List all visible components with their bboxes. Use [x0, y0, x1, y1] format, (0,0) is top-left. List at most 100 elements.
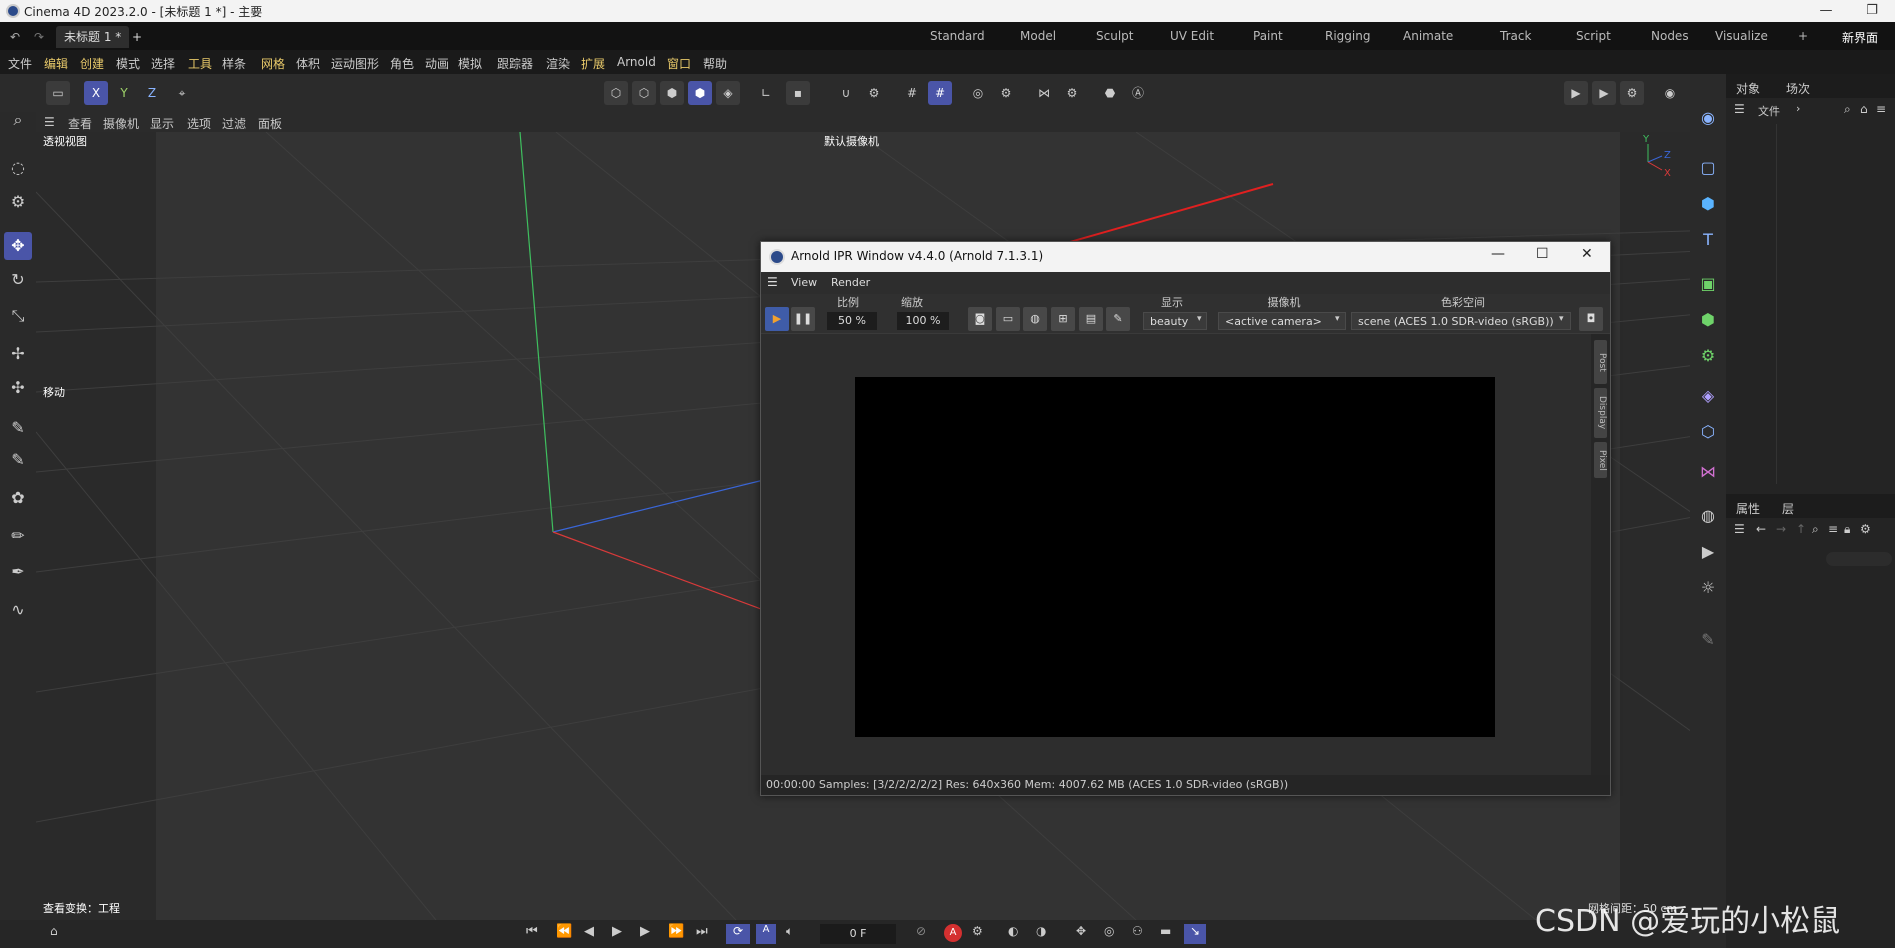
spline-pen-icon[interactable]: ✎	[4, 414, 32, 442]
scale-field[interactable]: 50 %	[827, 312, 877, 330]
home-icon[interactable]: ⌂	[50, 924, 58, 938]
workspace-rigging[interactable]: Rigging	[1325, 29, 1370, 43]
go-to-end-icon[interactable]: ⏭	[696, 924, 708, 939]
object-file-menu[interactable]: 文件	[1758, 103, 1780, 119]
move-tool-icon[interactable]: ✥	[4, 232, 32, 260]
add-workspace-button[interactable]: +	[1798, 29, 1808, 43]
new-document-button[interactable]: +	[124, 26, 150, 48]
undo-icon[interactable]: ↶	[2, 26, 28, 48]
ipr-title-bar[interactable]: Arnold IPR Window v4.4.0 (Arnold 7.1.3.1…	[761, 242, 1610, 272]
loop-icon[interactable]: ⟳	[726, 924, 750, 944]
camera-snapshot-icon[interactable]: ◘	[1579, 307, 1603, 331]
live-selection-icon[interactable]: ⚙	[4, 188, 32, 216]
timeline-tool-icon[interactable]: ↘	[1184, 924, 1206, 944]
tab-objects[interactable]: 对象	[1736, 80, 1760, 97]
environment-icon[interactable]: ◍	[1694, 502, 1722, 530]
workspace-uv-edit[interactable]: UV Edit	[1170, 29, 1214, 43]
menu-item-5[interactable]: 工具	[188, 55, 212, 72]
viewport-hamburger-icon[interactable]: ☰	[44, 115, 55, 129]
transform-tool-icon[interactable]: ✢	[4, 340, 32, 368]
up-arrow-icon[interactable]: ↑	[1796, 522, 1806, 536]
workspace-animate[interactable]: Animate	[1403, 29, 1453, 43]
menu-item-0[interactable]: 文件	[8, 55, 32, 72]
globe-icon[interactable]: ◍	[1023, 307, 1047, 331]
key-settings-icon[interactable]: ⚙	[972, 924, 983, 938]
key-position-icon[interactable]: ◐	[1008, 924, 1018, 938]
side-tab-post[interactable]: Post	[1594, 340, 1607, 384]
search-icon[interactable]: ⌕	[1812, 522, 1819, 537]
object-mode-icon[interactable]: ⬢	[688, 81, 712, 105]
cloner-icon[interactable]: ✿	[4, 484, 32, 512]
viewport-solo-icon[interactable]: ⬣	[1098, 81, 1122, 105]
deformer-icon[interactable]: ◈	[1694, 382, 1722, 410]
motion-system-icon[interactable]: ▬	[1160, 924, 1171, 938]
next-frame-icon[interactable]: ▶	[640, 924, 650, 939]
redo-icon[interactable]: ↷	[26, 26, 52, 48]
snapshot-icon[interactable]: ◙	[968, 307, 992, 331]
crop-icon[interactable]: ▤	[1079, 307, 1103, 331]
key-rotation-icon[interactable]: ◑	[1036, 924, 1046, 938]
render-view[interactable]	[855, 377, 1495, 737]
null-object-icon[interactable]: ⬡	[1694, 418, 1722, 446]
side-tab-display[interactable]: Display	[1594, 388, 1607, 438]
ipr-pause-button[interactable]: ❚❚	[791, 307, 815, 331]
chevron-right-icon[interactable]: ›	[1796, 102, 1800, 115]
lock-icon[interactable]: 🔒︎	[1844, 522, 1850, 537]
workspace-nodes[interactable]: Nodes	[1651, 29, 1689, 43]
prev-key-icon[interactable]: ⏪	[556, 924, 572, 939]
text-object-icon[interactable]: T	[1694, 226, 1722, 254]
workspace-script[interactable]: Script	[1576, 29, 1611, 43]
menu-item-4[interactable]: 选择	[151, 55, 175, 72]
render-settings-icon[interactable]: ⚙	[1620, 81, 1644, 105]
menu-item-7[interactable]: 网格	[261, 55, 285, 72]
scale-tool-icon[interactable]: ⤡	[4, 302, 32, 330]
ipr-menu-render[interactable]: Render	[831, 276, 870, 289]
search-icon[interactable]: ⌕	[4, 106, 32, 134]
viewport-menu-item-3[interactable]: 选项	[187, 115, 211, 132]
render-queue-icon[interactable]: ◉	[1658, 81, 1682, 105]
menu-item-16[interactable]: Arnold	[617, 55, 656, 69]
object-menu-icon[interactable]: ☰	[1734, 102, 1745, 116]
symmetry-settings-icon[interactable]: ⚙	[1060, 81, 1084, 105]
current-frame-field[interactable]: 0 F	[820, 924, 896, 944]
axis-y-toggle[interactable]: Y	[112, 81, 136, 105]
settings-icon[interactable]: ⚙	[1860, 522, 1871, 536]
next-key-icon[interactable]: ⏩	[668, 924, 684, 939]
workplane-snap-icon[interactable]: #	[928, 81, 952, 105]
menu-item-1[interactable]: 编辑	[44, 55, 68, 72]
uv-mode-icon[interactable]: ◈	[716, 81, 740, 105]
field-icon[interactable]: ⋈	[1694, 458, 1722, 486]
selection-tool-icon[interactable]: ◌	[4, 154, 32, 182]
new-layout-button[interactable]: 新界面	[1842, 29, 1878, 46]
minimize-icon[interactable]: —	[1803, 0, 1849, 22]
viewport-menu-item-5[interactable]: 面板	[258, 115, 282, 132]
magnet-icon[interactable]: ∪	[834, 81, 858, 105]
debug-icon[interactable]: ✎	[1106, 307, 1130, 331]
zoom-field[interactable]: 100 %	[897, 312, 949, 330]
record-active-icon[interactable]: A	[944, 924, 962, 942]
ipr-menu-view[interactable]: View	[791, 276, 817, 289]
placement-tool-icon[interactable]: ✣	[4, 374, 32, 402]
arnold-icon[interactable]: Ⓐ	[1126, 81, 1150, 105]
monitor-icon[interactable]: ▭	[996, 307, 1020, 331]
play-icon[interactable]: ▶	[612, 924, 622, 939]
menu-item-2[interactable]: 创建	[80, 55, 104, 72]
camera-tag-icon[interactable]: ▶	[1694, 538, 1722, 566]
close-icon[interactable]: ✕	[1581, 246, 1593, 262]
model-mode-icon[interactable]: ▭	[46, 81, 70, 105]
menu-item-3[interactable]: 模式	[116, 55, 140, 72]
key-pla-icon[interactable]: ⚇	[1132, 924, 1143, 938]
snap-settings-icon[interactable]: ⚙	[862, 81, 886, 105]
ipr-hamburger-icon[interactable]: ☰	[767, 275, 778, 289]
attribute-menu-icon[interactable]: ☰	[1734, 522, 1745, 536]
colorspace-select[interactable]: scene (ACES 1.0 SDR-video (sRGB))	[1351, 312, 1571, 330]
symmetry-icon[interactable]: ⋈	[1032, 81, 1056, 105]
document-tab[interactable]: 未标题 1 *	[56, 26, 130, 48]
render-view-icon[interactable]: ▶	[1564, 81, 1588, 105]
effector-icon[interactable]: ⚙	[1694, 342, 1722, 370]
record-keys-icon[interactable]: ⊘	[916, 924, 926, 938]
axis-x-toggle[interactable]: X	[84, 81, 108, 105]
back-arrow-icon[interactable]: ←	[1756, 522, 1766, 536]
spline-square-icon[interactable]: ▢	[1694, 154, 1722, 182]
viewport-menu-item-0[interactable]: 查看	[68, 115, 92, 132]
